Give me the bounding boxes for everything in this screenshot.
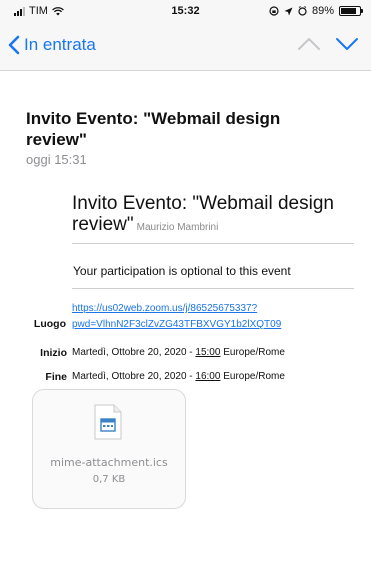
location-arrow-icon (284, 7, 293, 15)
start-time: 15:00 (195, 347, 221, 358)
end-timezone: Europe/Rome (220, 371, 285, 382)
email-subject: Invito Evento: "Webmail design review" (26, 109, 281, 149)
attachment-tile[interactable]: mime-attachment.ics 0,7 KB (32, 389, 186, 509)
lock-rotation-icon (269, 6, 279, 16)
alarm-icon (298, 6, 307, 16)
chevron-up-icon (298, 38, 320, 50)
email-date: oggi 15:31 (26, 152, 87, 167)
location-label: Luogo (33, 318, 66, 330)
back-label: In entrata (24, 35, 96, 54)
start-value: Martedì, Ottobre 20, 2020 - 15:00 Europe… (72, 347, 285, 358)
optional-notice: Your participation is optional to this e… (73, 264, 291, 278)
location-url-line1: https://us02web.zoom.us/j/86525675337? (72, 303, 258, 314)
start-label: Inizio (40, 347, 67, 359)
organizer-name: Maurizio Mambrini (136, 222, 219, 233)
calendar-file-icon (94, 404, 122, 440)
location-link[interactable]: https://us02web.zoom.us/j/86525675337? p… (72, 301, 332, 333)
location-url-line2: pwd=VlhnN2F3clZvZG43TFBXVGY1b2lXQT09 (72, 319, 282, 330)
invite-title: Invito Evento: "Webmail design review" Ma… (72, 193, 342, 238)
status-right: 89% (269, 5, 363, 17)
end-label: Fine (45, 371, 67, 383)
end-time: 16:00 (195, 371, 221, 382)
divider (72, 288, 354, 289)
end-date: Martedì, Ottobre 20, 2020 - (72, 371, 196, 382)
chevron-down-icon (336, 38, 358, 50)
start-date: Martedì, Ottobre 20, 2020 - (72, 347, 196, 358)
battery-percent: 89% (311, 5, 334, 17)
next-message-button[interactable] (335, 36, 359, 57)
attachment-size: 0,7 KB (92, 474, 126, 485)
back-button[interactable]: In entrata (8, 35, 96, 55)
end-value: Martedì, Ottobre 20, 2020 - 16:00 Europe… (72, 371, 285, 382)
battery-icon (339, 6, 363, 16)
chevron-left-icon (8, 35, 20, 55)
navigation-bar: In entrata (0, 22, 371, 71)
start-timezone: Europe/Rome (220, 347, 285, 358)
previous-message-button[interactable] (297, 36, 321, 57)
status-bar: TIM 15:32 89% (0, 0, 371, 22)
attachment-filename: mime-attachment.ics (50, 456, 168, 469)
divider (72, 243, 354, 244)
